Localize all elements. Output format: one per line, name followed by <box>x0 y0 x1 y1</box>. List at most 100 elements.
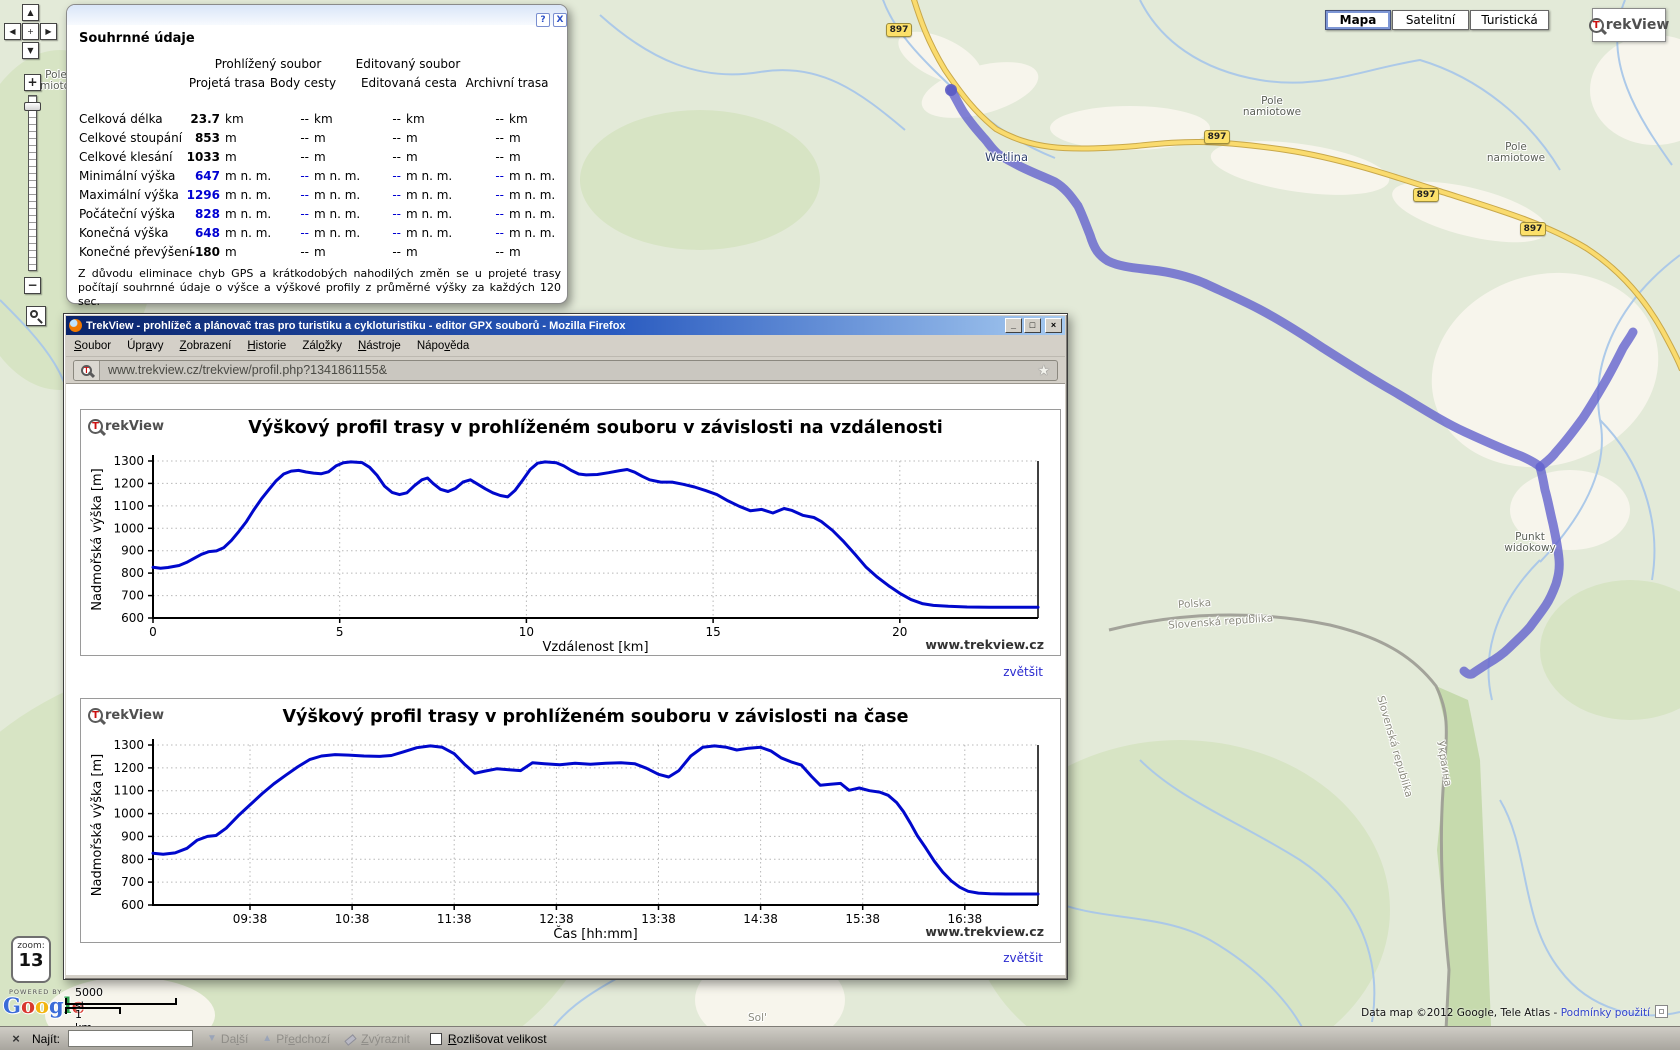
svg-text:1300: 1300 <box>113 738 144 752</box>
highlighter-icon <box>344 1033 357 1045</box>
map-label-camp1: Polenamiotowe <box>1232 96 1312 118</box>
find-předchozí-button[interactable]: ▲Předchozí <box>262 1032 330 1046</box>
zoom-out-button[interactable]: − <box>24 277 41 294</box>
svg-text:10:38: 10:38 <box>335 912 370 926</box>
terms-link[interactable]: Podmínky použití <box>1561 1007 1650 1019</box>
find-další-button[interactable]: ▼Další <box>207 1032 248 1046</box>
magnifier-zoom-button[interactable] <box>26 306 46 326</box>
summary-panel: ? X Souhrnné údaje Prohlížený soubor Edi… <box>66 4 568 304</box>
svg-text:13:38: 13:38 <box>641 912 676 926</box>
bookmark-star-icon[interactable]: ★ <box>1037 362 1050 379</box>
zoom-level-indicator: zoom: 13 <box>11 936 51 983</box>
address-bar[interactable]: T www.trekview.cz/trekview/profil.php?13… <box>73 360 1058 381</box>
trekview-logo: TrekView <box>1592 8 1666 42</box>
svg-text:1100: 1100 <box>113 499 144 513</box>
close-button[interactable]: × <box>1045 318 1062 333</box>
enlarge-link[interactable]: zvětšit <box>1003 665 1043 679</box>
route-start-point <box>945 84 957 96</box>
summary-note: Z důvodu eliminace chyb GPS a krátkodobý… <box>78 267 561 309</box>
zoom-in-button[interactable]: + <box>24 74 41 91</box>
svg-text:1000: 1000 <box>113 521 144 535</box>
menu-Nástroje[interactable]: Nástroje <box>358 340 401 352</box>
panel-close-button[interactable]: X <box>553 13 567 27</box>
zoom-slider-thumb[interactable] <box>24 102 41 111</box>
next-arrow-icon: ▼ <box>207 1033 217 1044</box>
svg-text:1200: 1200 <box>113 761 144 775</box>
pan-up-button[interactable]: ▲ <box>22 4 39 21</box>
svg-text:0: 0 <box>149 625 157 639</box>
road-badge-897: 897 <box>1520 222 1546 236</box>
arrow-left-icon: ◀ <box>9 27 15 36</box>
menu-Úpravy[interactable]: Úpravy <box>127 340 163 352</box>
svg-text:700: 700 <box>121 875 144 889</box>
column-header: Archivní trasa <box>447 76 567 90</box>
menu-Nápověda[interactable]: Nápověda <box>417 340 469 352</box>
map-type-satelitni[interactable]: Satelitní <box>1392 10 1469 30</box>
navigation-bar: T www.trekview.cz/trekview/profil.php?13… <box>66 357 1065 384</box>
map-label-town: Wetlina <box>985 150 1028 164</box>
page-content: TrekView Výškový profil trasy v prohlíže… <box>66 384 1065 975</box>
svg-text:900: 900 <box>121 544 144 558</box>
map-type-mapa[interactable]: Mapa <box>1325 10 1391 30</box>
group-header: Editovaný soubor <box>328 57 488 71</box>
svg-text:15:38: 15:38 <box>845 912 880 926</box>
svg-text:900: 900 <box>121 829 144 843</box>
svg-text:700: 700 <box>121 589 144 603</box>
road-badge-897: 897 <box>886 23 912 37</box>
svg-text:14:38: 14:38 <box>743 912 778 926</box>
map-corner-icon[interactable] <box>1655 1005 1668 1018</box>
column-header: Body cesty <box>243 76 363 90</box>
scale-bar-bottom <box>65 1007 121 1014</box>
menu-Zobrazení[interactable]: Zobrazení <box>180 340 232 352</box>
findbar-close-icon[interactable]: × <box>8 1031 24 1046</box>
summary-row: Celkové stoupání853m--m--m--m <box>67 131 567 147</box>
pan-right-button[interactable]: ▶ <box>40 23 57 40</box>
pan-left-button[interactable]: ◀ <box>4 23 21 40</box>
center-icon: + <box>27 27 34 36</box>
map-label-village: Sol' <box>748 1012 767 1024</box>
svg-text:1200: 1200 <box>113 476 144 490</box>
window-titlebar[interactable]: TrekView - prohlížeč a plánovač tras pro… <box>66 316 1065 335</box>
svg-text:Čas [hh:mm]: Čas [hh:mm] <box>553 926 637 942</box>
svg-text:1000: 1000 <box>113 807 144 821</box>
svg-text:5: 5 <box>336 625 344 639</box>
menu-bar: Soubor Úpravy Zobrazení Historie Záložky Nást… <box>66 335 1065 357</box>
svg-text:11:38: 11:38 <box>437 912 472 926</box>
svg-text:1100: 1100 <box>113 784 144 798</box>
find-zvýraznit-button[interactable]: Zvýraznit <box>344 1032 410 1046</box>
svg-text:1300: 1300 <box>113 454 144 468</box>
summary-row: Celkové klesání1033m--m--m--m <box>67 150 567 166</box>
trekview-magnifier-icon: T <box>1589 18 1604 33</box>
elevation-chart-distance: TrekView Výškový profil trasy v prohlíže… <box>80 409 1061 656</box>
maximize-button[interactable]: □ <box>1024 318 1041 333</box>
find-input[interactable] <box>68 1030 193 1047</box>
map-label-polska: Polska <box>1178 597 1212 611</box>
minus-icon: − <box>27 278 37 292</box>
svg-text:12:38: 12:38 <box>539 912 574 926</box>
zoom-slider[interactable] <box>28 95 37 271</box>
menu-Záložky[interactable]: Záložky <box>302 340 342 352</box>
map-type-turisticka[interactable]: Turistická <box>1470 10 1549 30</box>
panel-help-button[interactable]: ? <box>536 13 550 27</box>
svg-text:Vzdálenost [km]: Vzdálenost [km] <box>542 640 648 655</box>
menu-Soubor[interactable]: Soubor <box>74 340 111 352</box>
plus-icon: + <box>27 75 37 89</box>
summary-row: Maximální výška1296m n. m.--m n. m.--m n… <box>67 188 567 204</box>
minimize-button[interactable]: _ <box>1005 318 1022 333</box>
enlarge-link[interactable]: zvětšit <box>1003 951 1043 965</box>
find-label: Najít: <box>32 1032 60 1046</box>
trekview-favicon: T <box>74 361 100 380</box>
arrow-up-icon: ▲ <box>27 8 33 17</box>
prev-arrow-icon: ▲ <box>262 1033 272 1044</box>
pan-center-button[interactable]: + <box>22 23 39 40</box>
summary-row: Konečná výška648m n. m.--m n. m.--m n. m… <box>67 226 567 242</box>
scale-bar-top <box>65 998 177 1005</box>
screen: Wetlina Polenamiotowe Polenamiotowe Pole… <box>0 0 1680 1050</box>
match-case-checkbox[interactable] <box>430 1033 442 1045</box>
arrow-down-icon: ▼ <box>27 46 33 55</box>
menu-Historie[interactable]: Historie <box>247 340 286 352</box>
pan-down-button[interactable]: ▼ <box>22 42 39 59</box>
panel-header <box>67 5 567 25</box>
svg-text:Nadmořská výška [m]: Nadmořská výška [m] <box>90 754 105 896</box>
magnifier-icon <box>30 310 38 318</box>
